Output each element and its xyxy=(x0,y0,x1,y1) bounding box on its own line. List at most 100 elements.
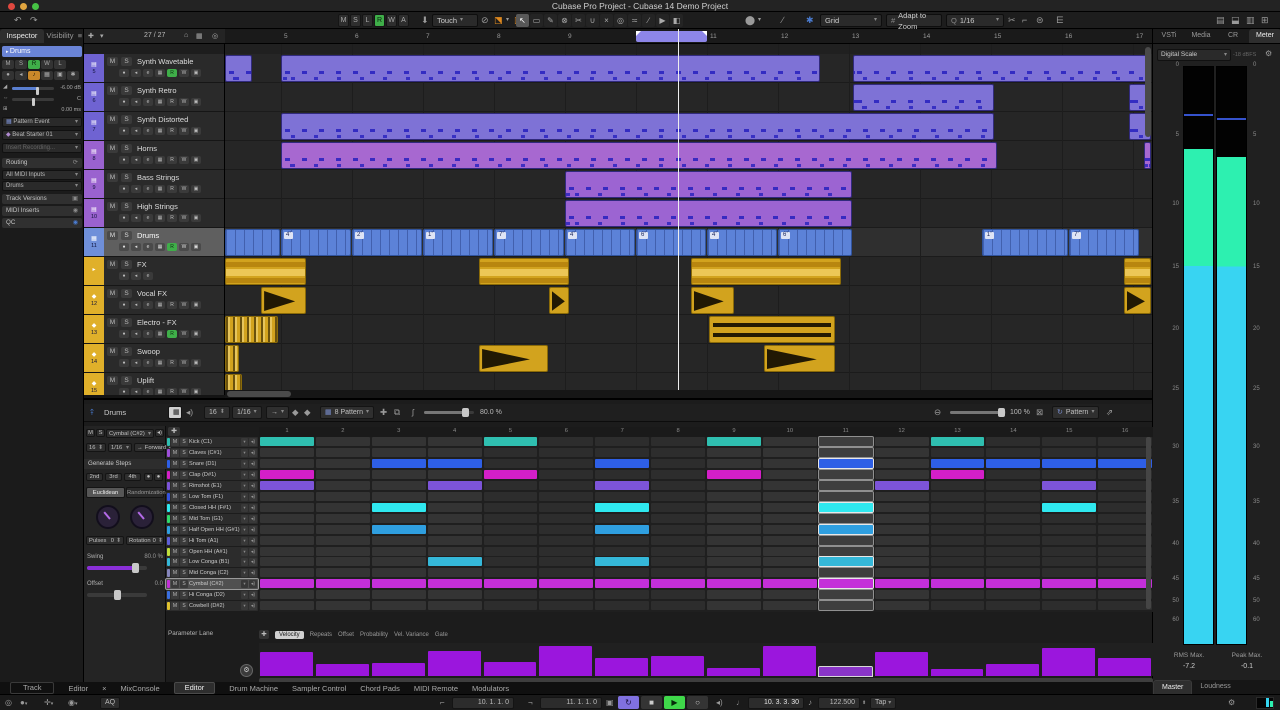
arrange-part[interactable]: 2˚ xyxy=(352,229,422,256)
drum-mute-button[interactable]: M xyxy=(171,459,179,468)
step-cell[interactable] xyxy=(874,524,929,534)
drum-solo-button[interactable]: S xyxy=(180,459,188,468)
step-cell[interactable] xyxy=(930,524,985,534)
edit-channel-icon[interactable]: e xyxy=(143,272,153,280)
drum-solo-button[interactable]: S xyxy=(180,503,188,512)
step-cell[interactable] xyxy=(651,447,705,457)
line-tool-icon[interactable]: ∕ xyxy=(642,14,655,27)
step-cell[interactable] xyxy=(986,437,1041,446)
step-cell[interactable] xyxy=(707,469,761,479)
drum-sound-row[interactable]: M S Hi Tom (A1) ▾ ◂) xyxy=(166,535,258,546)
step-cell[interactable] xyxy=(762,535,817,545)
measure-icon[interactable]: ⋿ xyxy=(1056,14,1064,27)
velocity-bar[interactable] xyxy=(483,662,537,676)
drum-sound-row[interactable]: M S Snare (D1) ▾ ◂) xyxy=(166,458,258,469)
drum-solo-button[interactable]: S xyxy=(180,514,188,523)
step-cell[interactable] xyxy=(762,524,817,534)
chevron-down-icon[interactable]: ▾ xyxy=(241,591,248,600)
step-cell[interactable] xyxy=(817,545,874,557)
step-cell[interactable] xyxy=(260,469,314,479)
inspector-w-button[interactable]: W xyxy=(41,60,53,69)
step-cell[interactable] xyxy=(315,480,370,490)
drum-solo-button[interactable]: S xyxy=(180,536,188,545)
search-track-icon[interactable]: ◎ xyxy=(212,32,218,40)
step-cell[interactable] xyxy=(762,590,817,600)
play-tool-icon[interactable]: ▶ xyxy=(656,14,669,27)
inspector-s-button[interactable]: S xyxy=(15,60,27,69)
output-routing-select[interactable]: Drums ▾ xyxy=(2,181,82,191)
step-cell[interactable] xyxy=(1042,469,1097,479)
every-3rd-button[interactable]: 3rd xyxy=(105,473,122,481)
undo-icon[interactable]: ↶ xyxy=(14,14,22,27)
step-cell[interactable] xyxy=(1042,502,1097,512)
color-menu-icon[interactable]: ⬤ xyxy=(745,14,755,27)
step-cell[interactable] xyxy=(707,458,761,468)
step-cell[interactable] xyxy=(817,479,874,491)
step-cell[interactable] xyxy=(930,491,985,501)
step-cell[interactable] xyxy=(762,469,817,479)
preview-speaker-icon[interactable]: ◂) xyxy=(249,569,257,578)
step-cell[interactable] xyxy=(986,458,1041,468)
arrange-part[interactable] xyxy=(281,55,820,82)
step-cell[interactable] xyxy=(817,490,874,502)
step-cell[interactable] xyxy=(874,590,929,600)
read-button[interactable]: R xyxy=(167,243,177,251)
quantize-select[interactable]: Q 1/16 ▾ xyxy=(946,14,1004,27)
step-cell[interactable] xyxy=(707,568,761,578)
read-button[interactable]: R xyxy=(167,214,177,222)
step-cell[interactable] xyxy=(817,567,874,579)
step-cell[interactable] xyxy=(817,578,874,590)
step-cell[interactable] xyxy=(762,557,817,567)
record-button[interactable]: ○ xyxy=(687,696,708,709)
velocity-bar[interactable] xyxy=(595,657,649,676)
step-cell[interactable] xyxy=(817,512,874,524)
step-cell[interactable] xyxy=(483,480,538,490)
locator-lock-icon[interactable]: ▣ xyxy=(606,697,614,709)
step-cell[interactable] xyxy=(371,524,426,534)
tab-sampler-control[interactable]: Sampler Control xyxy=(292,684,346,693)
preview-speaker-icon[interactable]: ◂) xyxy=(249,503,257,512)
step-cell[interactable] xyxy=(539,535,594,545)
tab-drum-machine[interactable]: Drum Machine xyxy=(229,684,278,693)
mute-button[interactable]: M xyxy=(107,260,118,269)
arrange-vertical-scrollbar[interactable] xyxy=(1145,47,1151,137)
step-cell[interactable] xyxy=(371,568,426,578)
velocity-bar[interactable] xyxy=(707,667,760,676)
feedback-icon[interactable]: ◎ xyxy=(5,697,12,709)
lock-icon[interactable]: ▣ xyxy=(191,359,201,367)
pulses-stepper[interactable]: Pulses 0 ⬍ xyxy=(86,536,124,545)
cycle-button[interactable]: ↻ xyxy=(618,696,639,709)
step-cell[interactable] xyxy=(1098,546,1152,556)
step-cell[interactable] xyxy=(762,546,817,556)
drum-sound-row[interactable]: M S Kick (C1) ▾ ◂) xyxy=(166,437,258,447)
instrument-icon[interactable]: ▦ xyxy=(155,156,165,164)
velocity-bar[interactable] xyxy=(371,662,425,676)
step-cell[interactable] xyxy=(651,601,705,611)
step-cell[interactable] xyxy=(539,447,594,457)
preview-speaker-icon[interactable]: ◂) xyxy=(249,602,257,611)
mute-button[interactable]: M xyxy=(107,115,118,124)
track-row[interactable]: ▤ 10 M S High Strings ● ◂ e ▦ R W ▣ xyxy=(84,199,224,228)
step-cell[interactable] xyxy=(707,437,761,446)
tab-modulators[interactable]: Modulators xyxy=(472,684,509,693)
preview-speaker-icon[interactable]: ◂) xyxy=(249,525,257,534)
arrange-part[interactable] xyxy=(225,258,307,285)
drum-mute-button[interactable]: M xyxy=(171,448,179,457)
color-tool-icon[interactable]: ◧ xyxy=(670,14,683,27)
instrument-icon[interactable]: ▦ xyxy=(41,71,53,80)
panel-direction-select[interactable]: →Forward▾ xyxy=(134,443,171,452)
cycle-region[interactable] xyxy=(636,31,707,42)
step-cell[interactable] xyxy=(874,513,929,523)
step-cell[interactable] xyxy=(539,568,594,578)
preview-speaker-icon[interactable]: ◂) xyxy=(249,536,257,545)
chevron-down-icon[interactable]: ▾ xyxy=(241,558,248,567)
step-cell[interactable] xyxy=(427,546,482,556)
drum-mute-button[interactable]: M xyxy=(171,470,179,479)
step-cell[interactable] xyxy=(1042,480,1097,490)
write-button[interactable]: W xyxy=(179,301,189,309)
step-cell[interactable] xyxy=(1042,590,1097,600)
step-cell[interactable] xyxy=(483,513,538,523)
preview-speaker-icon[interactable]: ◂) xyxy=(249,470,257,479)
step-cell[interactable] xyxy=(762,447,817,457)
instrument-icon[interactable]: ▦ xyxy=(155,214,165,222)
